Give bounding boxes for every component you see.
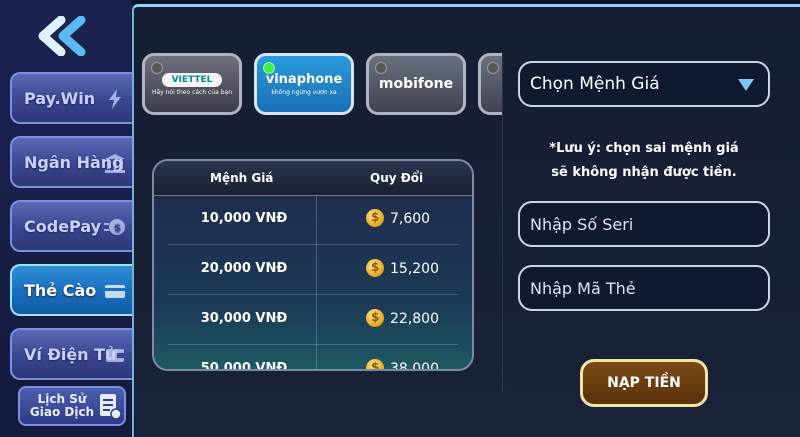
carrier-vinaphone[interactable]: vinaphone không ngừng vươn xa — [254, 53, 354, 115]
sidebar-item-label: Ví Điện Tử — [24, 344, 117, 364]
history-label-line2: Giao Dịch — [29, 405, 95, 419]
receipt-icon — [100, 394, 122, 420]
sidebar-item-paywin[interactable]: Pay.Win — [10, 72, 132, 124]
table-header: Mệnh Giá Quy Đổi — [154, 161, 472, 196]
carrier-next-partial[interactable] — [478, 53, 502, 115]
table-row: 50,000 VNĐ $ 38,000 — [154, 345, 472, 371]
carrier-list: VIETTEL Hãy nói theo cách của bạn vinaph… — [142, 53, 502, 119]
table-row: 20,000 VNĐ $ 15,200 — [154, 245, 472, 295]
panel-divider — [502, 53, 503, 393]
denomination-table: Mệnh Giá Quy Đổi 10,000 VNĐ $ 7,600 20,0… — [152, 159, 474, 371]
carrier-name: mobifone — [378, 76, 454, 92]
sidebar-item-label: Thẻ Cào — [24, 280, 97, 300]
column-header-denomination: Mệnh Giá — [210, 171, 274, 185]
double-chevron-left-icon — [38, 16, 86, 56]
status-dot — [375, 62, 387, 74]
warning-note-line2: sẽ không nhận được tiền. — [551, 165, 737, 180]
status-dot — [487, 62, 499, 74]
bank-icon — [105, 154, 125, 173]
received-cell: 38,000 — [390, 361, 439, 371]
status-dot — [151, 62, 163, 74]
table-row: 30,000 VNĐ $ 22,800 — [154, 295, 472, 345]
denomination-cell: 30,000 VNĐ — [200, 311, 288, 326]
denomination-select-value: Chọn Mệnh Giá — [530, 74, 660, 94]
table-row: 10,000 VNĐ $ 7,600 — [154, 195, 472, 245]
lightning-icon — [109, 89, 121, 109]
sidebar-item-label: Pay.Win — [24, 88, 96, 108]
coin-icon: $ — [366, 259, 384, 277]
card-code-input[interactable] — [518, 265, 770, 311]
denomination-select[interactable]: Chọn Mệnh Giá — [518, 61, 770, 107]
warning-note: *Lưu ý: chọn sai mệnh giá sẽ không nhận … — [518, 137, 770, 185]
history-label: Lịch Sử Giao Dịch — [26, 393, 98, 419]
status-dot — [263, 62, 275, 74]
carrier-viettel[interactable]: VIETTEL Hãy nói theo cách của bạn — [142, 53, 242, 115]
carrier-mobifone[interactable]: mobifone — [366, 53, 466, 115]
wallet-icon — [106, 349, 124, 362]
sidebar-item-codepay[interactable]: CodePay $ — [10, 200, 132, 252]
caret-down-icon — [738, 79, 754, 91]
warning-note-line1: *Lưu ý: chọn sai mệnh giá — [549, 141, 739, 156]
carrier-tagline: Hãy nói theo cách của bạn — [151, 88, 233, 96]
card-icon — [105, 285, 125, 298]
sidebar-item-card[interactable]: Thẻ Cào — [10, 264, 132, 316]
transaction-history-button[interactable]: Lịch Sử Giao Dịch — [18, 386, 126, 426]
topup-submit-button[interactable]: NẠP TIỀN — [580, 359, 708, 407]
carrier-tagline: không ngừng vươn xa — [271, 89, 337, 96]
received-cell: 15,200 — [390, 261, 439, 277]
main-panel: VIETTEL Hãy nói theo cách của bạn vinaph… — [132, 4, 800, 437]
denomination-cell: 50,000 VNĐ — [200, 361, 288, 371]
denomination-cell: 20,000 VNĐ — [200, 261, 288, 276]
svg-text:$: $ — [114, 223, 121, 234]
carrier-name: vinaphone — [265, 72, 343, 87]
coin-icon: $ — [366, 309, 384, 327]
sidebar-item-ewallet[interactable]: Ví Điện Tử — [10, 328, 132, 380]
column-header-received: Quy Đổi — [370, 171, 424, 185]
sidebar-item-label: CodePay — [24, 216, 102, 236]
serial-input[interactable] — [518, 201, 770, 247]
carrier-name: VIETTEL — [161, 72, 223, 87]
sidebar-item-bank[interactable]: Ngân Hàng — [10, 136, 132, 188]
sidebar: Pay.Win Ngân Hàng CodePay $ Thẻ Cào Ví Đ… — [0, 0, 132, 437]
coin-transfer-icon: $ — [104, 219, 125, 235]
received-cell: 22,800 — [390, 311, 439, 327]
coin-icon: $ — [366, 209, 384, 227]
received-cell: 7,600 — [390, 211, 431, 227]
back-button[interactable] — [28, 14, 98, 58]
denomination-cell: 10,000 VNĐ — [200, 211, 288, 226]
coin-icon: $ — [366, 359, 384, 369]
